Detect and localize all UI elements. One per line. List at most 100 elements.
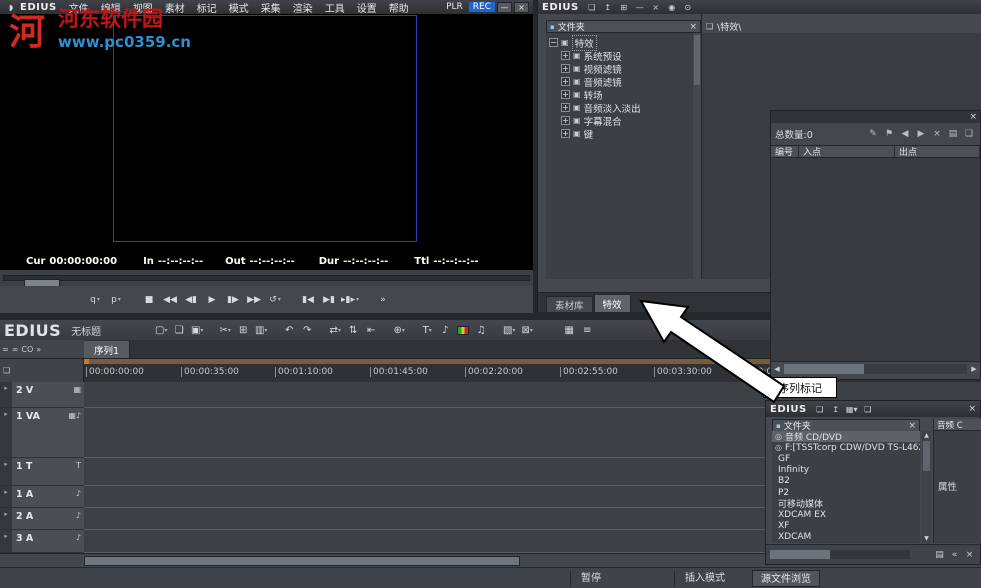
scrollbar-thumb[interactable] — [770, 550, 830, 559]
close-icon[interactable]: × — [969, 112, 977, 122]
new-sequence-button[interactable]: ▢▾ — [153, 323, 169, 338]
play-button[interactable]: ▶ — [203, 292, 221, 308]
scroll-up-icon[interactable]: ▲ — [924, 431, 929, 440]
view-mode-icon[interactable]: ▦▾ — [845, 404, 859, 415]
minimize-icon[interactable]: — — [633, 2, 647, 13]
bin-item-xdcam[interactable]: XDCAM — [772, 532, 920, 543]
play-around-cursor-button[interactable]: ▸▮▸▾ — [341, 292, 359, 308]
dropdown-arrow-icon[interactable]: ▾ — [338, 327, 341, 334]
edit-marker-icon[interactable]: ✎ — [866, 127, 880, 141]
stop-button[interactable]: ■ — [140, 292, 158, 308]
cut-button[interactable]: ✂▾ — [217, 323, 233, 338]
tree-scrollbar[interactable] — [693, 33, 701, 279]
grid-button[interactable]: ▦ — [561, 323, 577, 338]
bin-vertical-scrollbar[interactable]: ▲ ▼ — [922, 431, 931, 543]
close-pane-icon[interactable]: × — [908, 421, 916, 431]
bin-item-infinity[interactable]: Infinity — [772, 465, 920, 476]
track-handle[interactable]: ▸ — [0, 508, 12, 529]
close-pane-icon[interactable]: × — [963, 548, 976, 561]
undo-button[interactable]: ↶ — [281, 323, 297, 338]
bin-item-xf[interactable]: XF — [772, 521, 920, 532]
tab-effects[interactable]: 特效 — [594, 294, 631, 312]
bin-item-gf[interactable]: GF — [772, 453, 920, 464]
scroll-left-icon[interactable]: ◀ — [771, 365, 783, 373]
position-slider-track[interactable] — [3, 275, 530, 281]
position-slider[interactable] — [0, 270, 533, 286]
plr-button[interactable]: PLR — [442, 2, 467, 12]
dropdown-arrow-icon[interactable]: ▾ — [512, 327, 515, 334]
scrollbar-thumb[interactable] — [923, 441, 930, 471]
voiceover-button[interactable]: ♪ — [437, 323, 453, 338]
track-header-1va[interactable]: ▸ 1 VA▦♪ — [0, 408, 84, 458]
close-icon[interactable]: × — [968, 404, 976, 414]
dropdown-arrow-icon[interactable]: ▾ — [853, 405, 857, 414]
close-button[interactable]: × — [514, 2, 529, 13]
dropdown-arrow-icon[interactable]: ▾ — [228, 327, 231, 334]
save-project-button[interactable]: ▣▾ — [189, 323, 205, 338]
dropdown-arrow-icon[interactable]: ▾ — [356, 296, 359, 303]
column-in[interactable]: 入点 — [799, 146, 895, 157]
menu-marker[interactable]: 标记 — [191, 0, 223, 15]
detail-view-icon[interactable]: ▤ — [933, 548, 946, 561]
next-frame-button[interactable]: ▮▶ — [224, 292, 242, 308]
ripple-mode-button[interactable]: ⇄▾ — [327, 323, 343, 338]
bin-item-b2[interactable]: B2 — [772, 476, 920, 487]
lock-icon[interactable]: ⊙ — [681, 2, 695, 13]
tab-bin[interactable]: 素材库 — [546, 296, 593, 312]
display-mode-button[interactable]: ▧▾ — [501, 323, 517, 338]
marker-horizontal-scrollbar[interactable]: ◀ ▶ — [771, 361, 980, 375]
dropdown-arrow-icon[interactable]: ▾ — [264, 327, 267, 334]
restore-icon[interactable]: ❏ — [585, 2, 599, 13]
menu-help[interactable]: 帮助 — [383, 0, 415, 15]
add-marker-icon[interactable]: ⚑ — [882, 127, 896, 141]
expand-icon[interactable]: + — [561, 103, 570, 112]
go-to-out-button[interactable]: ▶▮ — [320, 292, 338, 308]
tree-item-audio-cross-fade[interactable]: + ▣ 音频淡入淡出 — [546, 101, 701, 114]
tree-item-video-filters[interactable]: + ▣ 视频滤镜 — [546, 62, 701, 75]
bin-horizontal-scrollbar[interactable] — [770, 550, 910, 559]
dock-icon[interactable]: ↥ — [829, 404, 843, 415]
tree-item-transitions[interactable]: + ▣ 转场 — [546, 88, 701, 101]
minimize-button[interactable]: — — [497, 2, 512, 13]
close-pane-icon[interactable]: × — [689, 22, 697, 32]
bin-item-xdcam-ex[interactable]: XDCAM EX — [772, 509, 920, 520]
scroll-down-icon[interactable]: ▼ — [924, 534, 929, 543]
expand-icon[interactable]: + — [561, 90, 570, 99]
dropdown-arrow-icon[interactable]: ▾ — [402, 327, 405, 334]
go-to-in-button[interactable]: ▮◀ — [299, 292, 317, 308]
bin-item-dvd-drive[interactable]: ◎F:[TSSTcorp CDW/DVD TS-L462] — [772, 442, 920, 453]
restore-icon[interactable]: ❏ — [813, 404, 827, 415]
collapse-icon[interactable]: − — [549, 38, 558, 47]
track-handle[interactable]: ▸ — [0, 530, 12, 552]
column-number[interactable]: 编号 — [771, 146, 799, 157]
tab-sequence-1[interactable]: 序列1 — [84, 341, 130, 358]
track-handle[interactable]: ▸ — [0, 458, 12, 485]
expand-icon[interactable]: + — [561, 77, 570, 86]
dropdown-arrow-icon[interactable]: ▾ — [278, 296, 281, 303]
colorbars-button[interactable] — [455, 323, 471, 338]
tree-item-key[interactable]: + ▣ 键 — [546, 127, 701, 140]
menu-button[interactable]: ≡ — [579, 323, 595, 338]
tab-audio[interactable]: 音频 C — [934, 419, 981, 431]
sync-mode-button[interactable]: ⇅ — [345, 323, 361, 338]
menu-settings[interactable]: 设置 — [351, 0, 383, 15]
open-project-button[interactable]: ❏ — [171, 323, 187, 338]
tree-root-effects[interactable]: − ▣ 特效 — [546, 36, 701, 49]
status-insert-mode[interactable]: 插入模式 — [674, 571, 725, 586]
shuttle-button[interactable]: p▾ — [107, 292, 125, 308]
expand-icon[interactable]: + — [561, 116, 570, 125]
copy-button[interactable]: ⊞ — [235, 323, 251, 338]
paste-button[interactable]: ▥▾ — [253, 323, 269, 338]
previous-marker-icon[interactable]: ◀ — [898, 127, 912, 141]
overflow-icon[interactable]: » — [36, 345, 41, 354]
menu-tools[interactable]: 工具 — [319, 0, 351, 15]
tree-item-system-presets[interactable]: + ▣ 系统预设 — [546, 49, 701, 62]
dropdown-arrow-icon[interactable]: ▾ — [200, 327, 203, 334]
video-track-icon[interactable]: ▦ — [73, 385, 81, 394]
dropdown-arrow-icon[interactable]: ▾ — [429, 327, 432, 334]
rewind-button[interactable]: ◀◀ — [161, 292, 179, 308]
title-button[interactable]: T▾ — [419, 323, 435, 338]
export-button[interactable]: » — [374, 292, 392, 308]
dock-icon[interactable]: ↥ — [601, 2, 615, 13]
properties-label[interactable]: 属性 — [934, 479, 981, 493]
